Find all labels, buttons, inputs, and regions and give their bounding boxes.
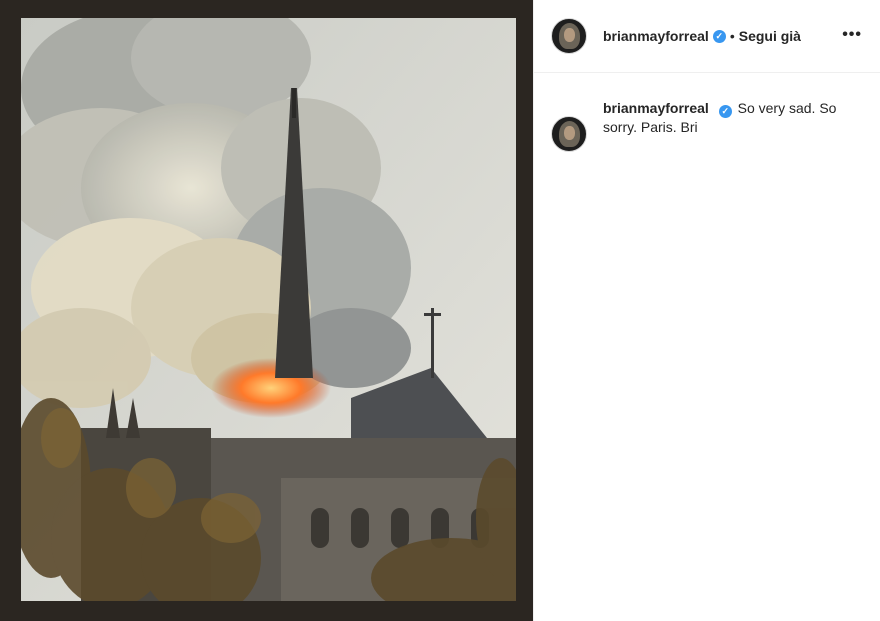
instagram-post: brianmayforreal ✓ • Segui già ••• brianm… — [0, 0, 880, 621]
verified-badge-icon: ✓ — [718, 105, 732, 118]
post-media[interactable] — [0, 0, 533, 621]
post-header: brianmayforreal ✓ • Segui già ••• — [534, 0, 880, 73]
separator-dot: • — [729, 28, 735, 44]
post-photo[interactable] — [21, 18, 516, 601]
caption-comment: brianmayforreal ✓ So very sad. So sorry.… — [534, 73, 880, 152]
more-options-icon[interactable]: ••• — [842, 27, 862, 43]
caption-body: brianmayforreal ✓ So very sad. So sorry.… — [603, 99, 843, 152]
post-sidebar: brianmayforreal ✓ • Segui già ••• brianm… — [533, 0, 880, 621]
verified-badge-icon: ✓ — [712, 29, 726, 43]
caption-username-link[interactable]: brianmayforreal — [603, 100, 709, 116]
caption-avatar[interactable] — [551, 116, 587, 152]
avatar[interactable] — [551, 18, 587, 54]
header-user-info: brianmayforreal ✓ • Segui già — [603, 28, 801, 44]
author-username-link[interactable]: brianmayforreal — [603, 28, 709, 44]
follow-status-button[interactable]: Segui già — [739, 28, 801, 44]
cathedral-fire-image — [21, 18, 516, 601]
